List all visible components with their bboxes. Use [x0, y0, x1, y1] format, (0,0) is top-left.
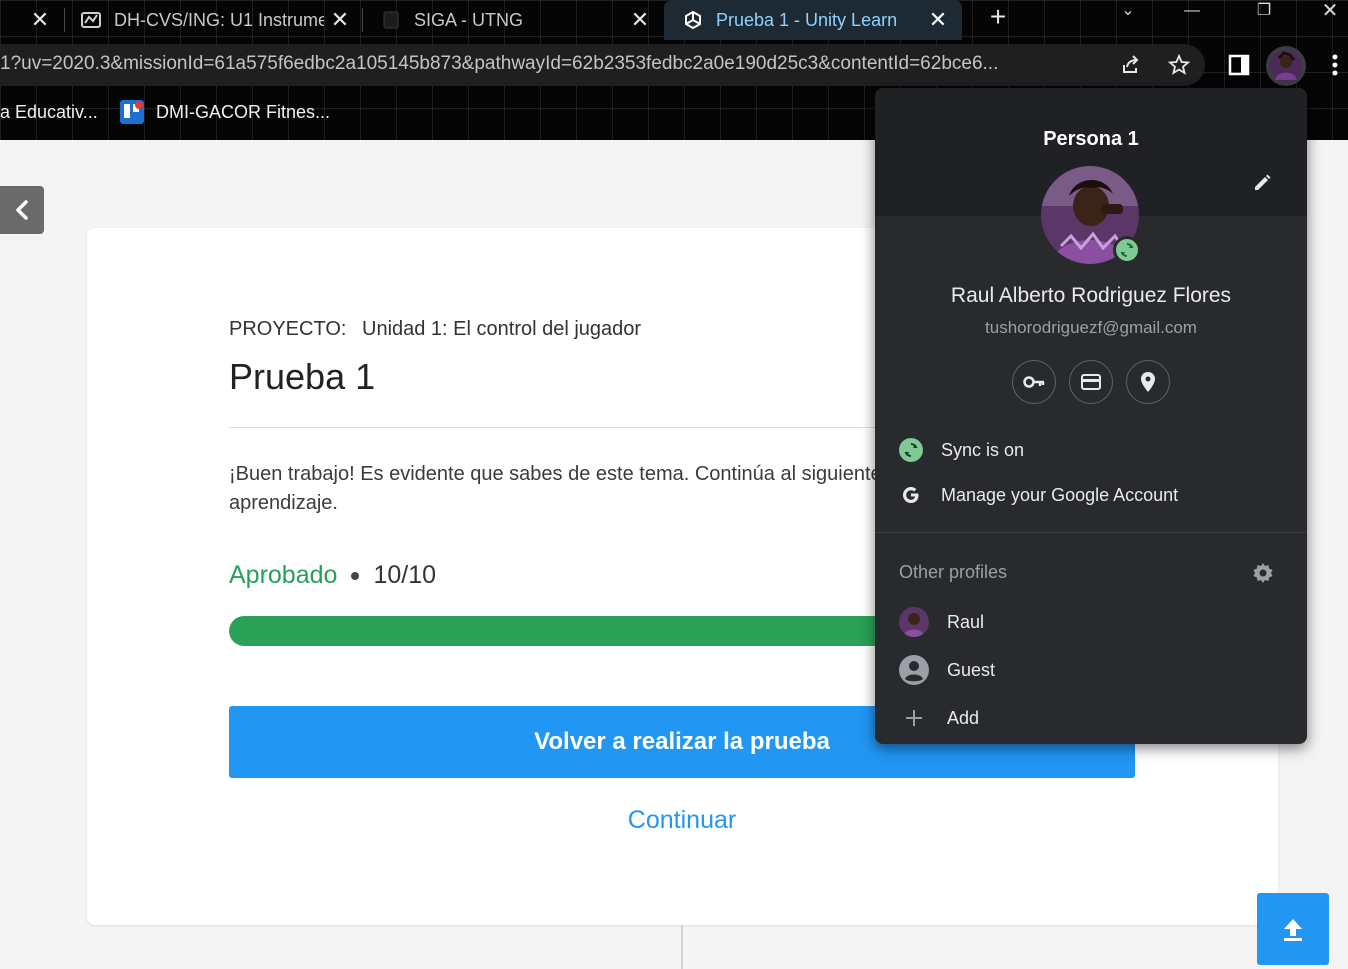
page-title: Prueba 1: [229, 356, 376, 397]
sync-status-row[interactable]: Sync is on: [875, 430, 1307, 470]
avatar: [899, 607, 929, 637]
key-icon: [1023, 376, 1045, 388]
address-bar[interactable]: 1?uv=2020.3&missionId=61a575f6edbc2a1051…: [0, 44, 1205, 86]
close-icon[interactable]: ✕: [28, 7, 52, 32]
new-tab-button[interactable]: +: [984, 3, 1012, 32]
avatar-image: [899, 607, 929, 637]
share-icon[interactable]: [1118, 52, 1144, 78]
arrow-up-icon: [1284, 919, 1302, 941]
other-profiles-heading: Other profiles: [899, 562, 1008, 582]
gear-icon[interactable]: [1250, 560, 1276, 586]
guest-account-icon: [899, 655, 929, 685]
bookmarks-bar: a Educativ... DMI-GACOR Fitnes...: [0, 92, 900, 132]
toolbar: 1?uv=2020.3&missionId=61a575f6edbc2a1051…: [0, 44, 1348, 88]
plus-icon: [899, 703, 929, 733]
tab-separator: [362, 8, 363, 32]
tab-separator: [64, 8, 65, 32]
continue-link[interactable]: Continuar: [229, 806, 1135, 835]
bookmark-item[interactable]: DMI-GACOR Fitnes...: [120, 100, 330, 124]
kicker-value: Unidad 1: El control del jugador: [362, 318, 642, 340]
page-icon: [380, 9, 402, 31]
tab-unity-learn[interactable]: Prueba 1 - Unity Learn ✕: [664, 0, 962, 40]
sync-icon: [899, 438, 923, 462]
project-kicker: PROYECTO: Unidad 1: El control del jugad…: [229, 318, 641, 341]
profile-avatar-button[interactable]: [1266, 46, 1306, 86]
add-profile-row[interactable]: Add: [875, 698, 1307, 738]
credit-card-icon: [1081, 374, 1101, 390]
addresses-button[interactable]: [1126, 360, 1170, 404]
profile-menu-popup: Persona 1 Raul Alberto Rodriguez Flores …: [875, 88, 1307, 744]
score-value: 10/10: [373, 561, 436, 589]
status-badge: Aprobado: [229, 561, 338, 589]
minimize-icon[interactable]: —: [1172, 0, 1212, 28]
divider: [681, 925, 683, 969]
window-close-icon[interactable]: ✕: [1310, 0, 1348, 28]
account-name: Raul Alberto Rodriguez Flores: [950, 284, 1232, 307]
profile-header-title: Persona 1: [1043, 128, 1139, 150]
tab-title: Prueba 1 - Unity Learn: [716, 9, 898, 30]
close-icon[interactable]: ✕: [926, 7, 950, 32]
account-email: tushorodriguezf@gmail.com: [985, 318, 1197, 337]
url-text[interactable]: 1?uv=2020.3&missionId=61a575f6edbc2a1051…: [0, 53, 1103, 75]
chevron-left-icon: [16, 200, 28, 220]
manage-account-label: Manage your Google Account: [941, 484, 1179, 505]
moodle-icon: [80, 9, 102, 31]
tab-title: SIGA - UTNG: [414, 9, 524, 30]
tab-siga[interactable]: SIGA - UTNG ✕: [380, 0, 660, 40]
bookmark-label: a Educativ...: [0, 101, 98, 122]
result-line: Aprobado 10/10: [229, 561, 436, 590]
menu-kebab-icon[interactable]: [1322, 52, 1348, 78]
passwords-button[interactable]: [1012, 360, 1056, 404]
side-panel-icon[interactable]: [1226, 52, 1252, 78]
profile-label: Guest: [947, 659, 996, 680]
tab-strip: ✕ DH-CVS/ING: U1 Instrume ✕ SIGA - UTNG …: [0, 0, 1348, 40]
profile-item-guest[interactable]: Guest: [875, 650, 1307, 690]
manage-google-account-row[interactable]: Manage your Google Account: [875, 475, 1307, 515]
trello-icon: [120, 100, 144, 124]
restore-icon[interactable]: ❐: [1244, 0, 1284, 28]
profile-item-raul[interactable]: Raul: [875, 602, 1307, 642]
scroll-to-top-button[interactable]: [1257, 893, 1329, 965]
profile-label: Add: [947, 707, 980, 728]
tab-title: DH-CVS/ING: U1 Instrume: [114, 9, 324, 30]
unity-icon: [682, 9, 704, 31]
close-icon[interactable]: ✕: [628, 7, 652, 32]
profile-label: Raul: [947, 611, 985, 632]
tab-moodle[interactable]: DH-CVS/ING: U1 Instrume ✕: [80, 0, 360, 40]
google-g-icon: [899, 483, 923, 507]
kicker-label: PROYECTO:: [229, 318, 347, 340]
edit-pencil-icon[interactable]: [1249, 170, 1275, 196]
avatar: [1270, 50, 1302, 82]
tab-search-icon[interactable]: ⌄: [1108, 0, 1148, 28]
bookmark-item[interactable]: a Educativ...: [0, 100, 98, 124]
bookmark-star-icon[interactable]: [1166, 52, 1192, 78]
bookmark-label: DMI-GACOR Fitnes...: [156, 101, 331, 122]
divider: [875, 532, 1307, 533]
back-button[interactable]: [0, 186, 44, 234]
sync-label: Sync is on: [941, 439, 1025, 460]
tab-partial[interactable]: ✕: [0, 0, 64, 40]
close-icon[interactable]: ✕: [328, 7, 352, 32]
sync-badge-icon: [1113, 236, 1141, 264]
payment-methods-button[interactable]: [1069, 360, 1113, 404]
location-pin-icon: [1141, 372, 1155, 392]
bullet-dot: [351, 571, 360, 580]
